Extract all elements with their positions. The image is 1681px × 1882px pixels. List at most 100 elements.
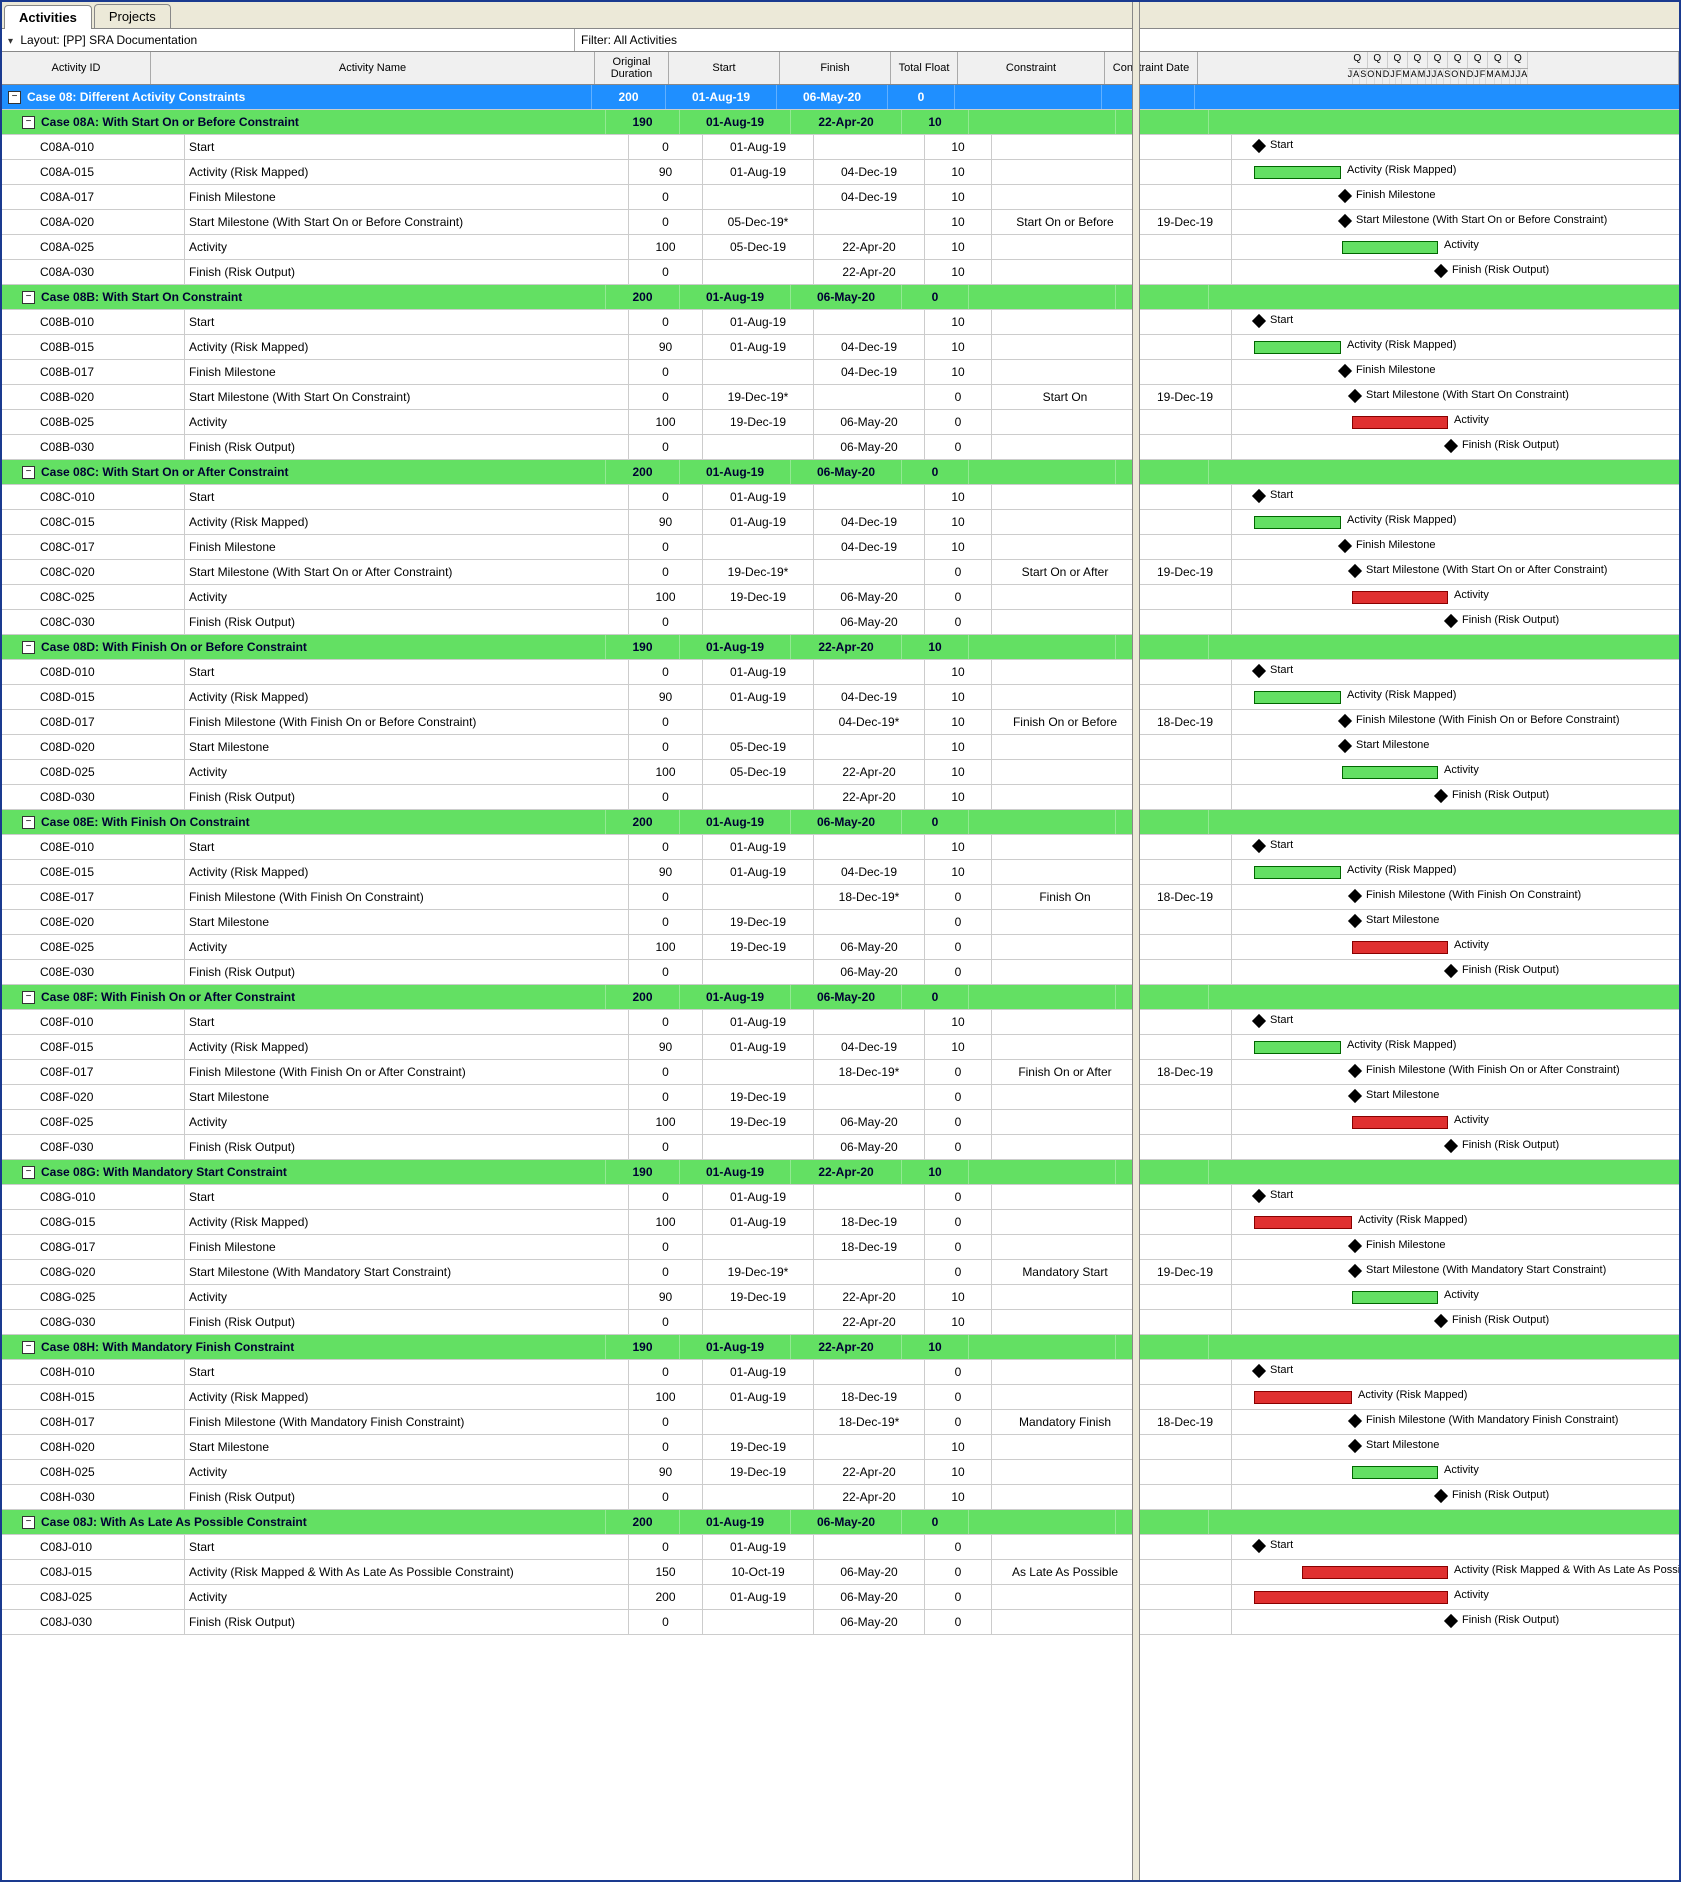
table-row[interactable]: C08D-015Activity (Risk Mapped)9001-Aug-1… [2,685,1679,710]
collapse-icon[interactable]: − [22,1516,35,1529]
table-row[interactable]: C08H-010Start001-Aug-190Start [2,1360,1679,1385]
table-row[interactable]: C08C-017Finish Milestone004-Dec-1910Fini… [2,535,1679,560]
table-row[interactable]: C08D-017Finish Milestone (With Finish On… [2,710,1679,735]
table-row[interactable]: C08C-010Start001-Aug-1910Start [2,485,1679,510]
gantt-bar[interactable] [1302,1566,1448,1579]
table-row[interactable]: C08J-030Finish (Risk Output)006-May-200F… [2,1610,1679,1635]
gantt-bar[interactable] [1254,516,1341,529]
gantt-bar[interactable] [1254,1391,1352,1404]
table-row[interactable]: C08C-015Activity (Risk Mapped)9001-Aug-1… [2,510,1679,535]
header-total-float[interactable]: Total Float [891,52,958,84]
filter-display[interactable]: Filter: All Activities [575,29,1679,51]
table-row[interactable]: C08H-015Activity (Risk Mapped)10001-Aug-… [2,1385,1679,1410]
collapse-icon[interactable]: − [22,1341,35,1354]
collapse-icon[interactable]: − [22,466,35,479]
gantt-bar[interactable] [1254,866,1341,879]
layout-selector[interactable]: ▾ Layout: [PP] SRA Documentation [2,29,575,51]
table-row[interactable]: C08B-020Start Milestone (With Start On C… [2,385,1679,410]
table-row[interactable]: C08A-015Activity (Risk Mapped)9001-Aug-1… [2,160,1679,185]
table-row[interactable]: −Case 08J: With As Late As Possible Cons… [2,1510,1679,1535]
table-row[interactable]: C08B-030Finish (Risk Output)006-May-200F… [2,435,1679,460]
table-row[interactable]: −Case 08G: With Mandatory Start Constrai… [2,1160,1679,1185]
table-row[interactable]: C08J-010Start001-Aug-190Start [2,1535,1679,1560]
table-row[interactable]: C08J-015Activity (Risk Mapped & With As … [2,1560,1679,1585]
table-row[interactable]: C08G-030Finish (Risk Output)022-Apr-2010… [2,1310,1679,1335]
table-row[interactable]: C08J-025Activity20001-Aug-1906-May-200Ac… [2,1585,1679,1610]
table-row[interactable]: −Case 08E: With Finish On Constraint2000… [2,810,1679,835]
collapse-icon[interactable]: − [22,116,35,129]
table-row[interactable]: −Case 08H: With Mandatory Finish Constra… [2,1335,1679,1360]
gantt-bar[interactable] [1352,416,1448,429]
table-row[interactable]: −Case 08D: With Finish On or Before Cons… [2,635,1679,660]
gantt-bar[interactable] [1254,1591,1448,1604]
header-finish[interactable]: Finish [780,52,891,84]
table-row[interactable]: C08G-017Finish Milestone018-Dec-190Finis… [2,1235,1679,1260]
gantt-bar[interactable] [1254,1041,1341,1054]
table-row[interactable]: C08G-010Start001-Aug-190Start [2,1185,1679,1210]
table-row[interactable]: C08H-017Finish Milestone (With Mandatory… [2,1410,1679,1435]
table-row[interactable]: C08B-025Activity10019-Dec-1906-May-200Ac… [2,410,1679,435]
header-original-duration[interactable]: Original Duration [595,52,669,84]
table-row[interactable]: C08E-015Activity (Risk Mapped)9001-Aug-1… [2,860,1679,885]
tab-activities[interactable]: Activities [4,5,92,29]
collapse-icon[interactable]: − [22,641,35,654]
table-row[interactable]: C08A-025Activity10005-Dec-1922-Apr-2010A… [2,235,1679,260]
gantt-bar[interactable] [1352,1116,1448,1129]
table-row[interactable]: C08B-015Activity (Risk Mapped)9001-Aug-1… [2,335,1679,360]
table-row[interactable]: C08G-020Start Milestone (With Mandatory … [2,1260,1679,1285]
table-row[interactable]: C08E-010Start001-Aug-1910Start [2,835,1679,860]
gantt-bar[interactable] [1342,241,1438,254]
collapse-icon[interactable]: − [22,816,35,829]
table-row[interactable]: C08G-015Activity (Risk Mapped)10001-Aug-… [2,1210,1679,1235]
table-row[interactable]: C08G-025Activity9019-Dec-1922-Apr-2010Ac… [2,1285,1679,1310]
gantt-bar[interactable] [1352,1466,1438,1479]
table-row[interactable]: C08F-010Start001-Aug-1910Start [2,1010,1679,1035]
table-row[interactable]: C08A-020Start Milestone (With Start On o… [2,210,1679,235]
gantt-bar[interactable] [1254,1216,1352,1229]
table-row[interactable]: C08E-020Start Milestone019-Dec-190Start … [2,910,1679,935]
collapse-icon[interactable]: − [22,991,35,1004]
table-row[interactable]: C08H-025Activity9019-Dec-1922-Apr-2010Ac… [2,1460,1679,1485]
table-row[interactable]: C08E-030Finish (Risk Output)006-May-200F… [2,960,1679,985]
table-row[interactable]: C08A-017Finish Milestone004-Dec-1910Fini… [2,185,1679,210]
table-row[interactable]: C08B-017Finish Milestone004-Dec-1910Fini… [2,360,1679,385]
table-row[interactable]: −Case 08A: With Start On or Before Const… [2,110,1679,135]
table-row[interactable]: C08B-010Start001-Aug-1910Start [2,310,1679,335]
gantt-bar[interactable] [1254,341,1341,354]
table-row[interactable]: C08D-025Activity10005-Dec-1922-Apr-2010A… [2,760,1679,785]
gantt-bar[interactable] [1254,166,1341,179]
gantt-bar[interactable] [1254,691,1341,704]
pane-splitter[interactable] [1132,2,1140,1880]
table-row[interactable]: C08E-025Activity10019-Dec-1906-May-200Ac… [2,935,1679,960]
table-row[interactable]: C08D-030Finish (Risk Output)022-Apr-2010… [2,785,1679,810]
table-row[interactable]: C08F-030Finish (Risk Output)006-May-200F… [2,1135,1679,1160]
table-row[interactable]: −Case 08: Different Activity Constraints… [2,85,1679,110]
table-row[interactable]: C08C-020Start Milestone (With Start On o… [2,560,1679,585]
header-constraint-date[interactable]: Constraint Date [1105,52,1198,84]
table-row[interactable]: C08F-025Activity10019-Dec-1906-May-200Ac… [2,1110,1679,1135]
header-activity-name[interactable]: Activity Name [151,52,595,84]
table-row[interactable]: C08F-015Activity (Risk Mapped)9001-Aug-1… [2,1035,1679,1060]
table-row[interactable]: −Case 08C: With Start On or After Constr… [2,460,1679,485]
gantt-bar[interactable] [1352,591,1448,604]
gantt-bar[interactable] [1352,1291,1438,1304]
table-row[interactable]: C08E-017Finish Milestone (With Finish On… [2,885,1679,910]
table-row[interactable]: C08C-025Activity10019-Dec-1906-May-200Ac… [2,585,1679,610]
table-row[interactable]: C08C-030Finish (Risk Output)006-May-200F… [2,610,1679,635]
table-row[interactable]: C08D-020Start Milestone005-Dec-1910Start… [2,735,1679,760]
table-row[interactable]: C08A-010Start001-Aug-1910Start [2,135,1679,160]
collapse-icon[interactable]: − [8,91,21,104]
header-start[interactable]: Start [669,52,780,84]
table-row[interactable]: C08H-030Finish (Risk Output)022-Apr-2010… [2,1485,1679,1510]
header-activity-id[interactable]: Activity ID [2,52,151,84]
table-row[interactable]: C08F-017Finish Milestone (With Finish On… [2,1060,1679,1085]
table-row[interactable]: −Case 08F: With Finish On or After Const… [2,985,1679,1010]
table-row[interactable]: C08F-020Start Milestone019-Dec-190Start … [2,1085,1679,1110]
table-row[interactable]: C08D-010Start001-Aug-1910Start [2,660,1679,685]
gantt-bar[interactable] [1342,766,1438,779]
table-row[interactable]: C08H-020Start Milestone019-Dec-1910Start… [2,1435,1679,1460]
table-row[interactable]: C08A-030Finish (Risk Output)022-Apr-2010… [2,260,1679,285]
collapse-icon[interactable]: − [22,1166,35,1179]
collapse-icon[interactable]: − [22,291,35,304]
header-constraint[interactable]: Constraint [958,52,1105,84]
